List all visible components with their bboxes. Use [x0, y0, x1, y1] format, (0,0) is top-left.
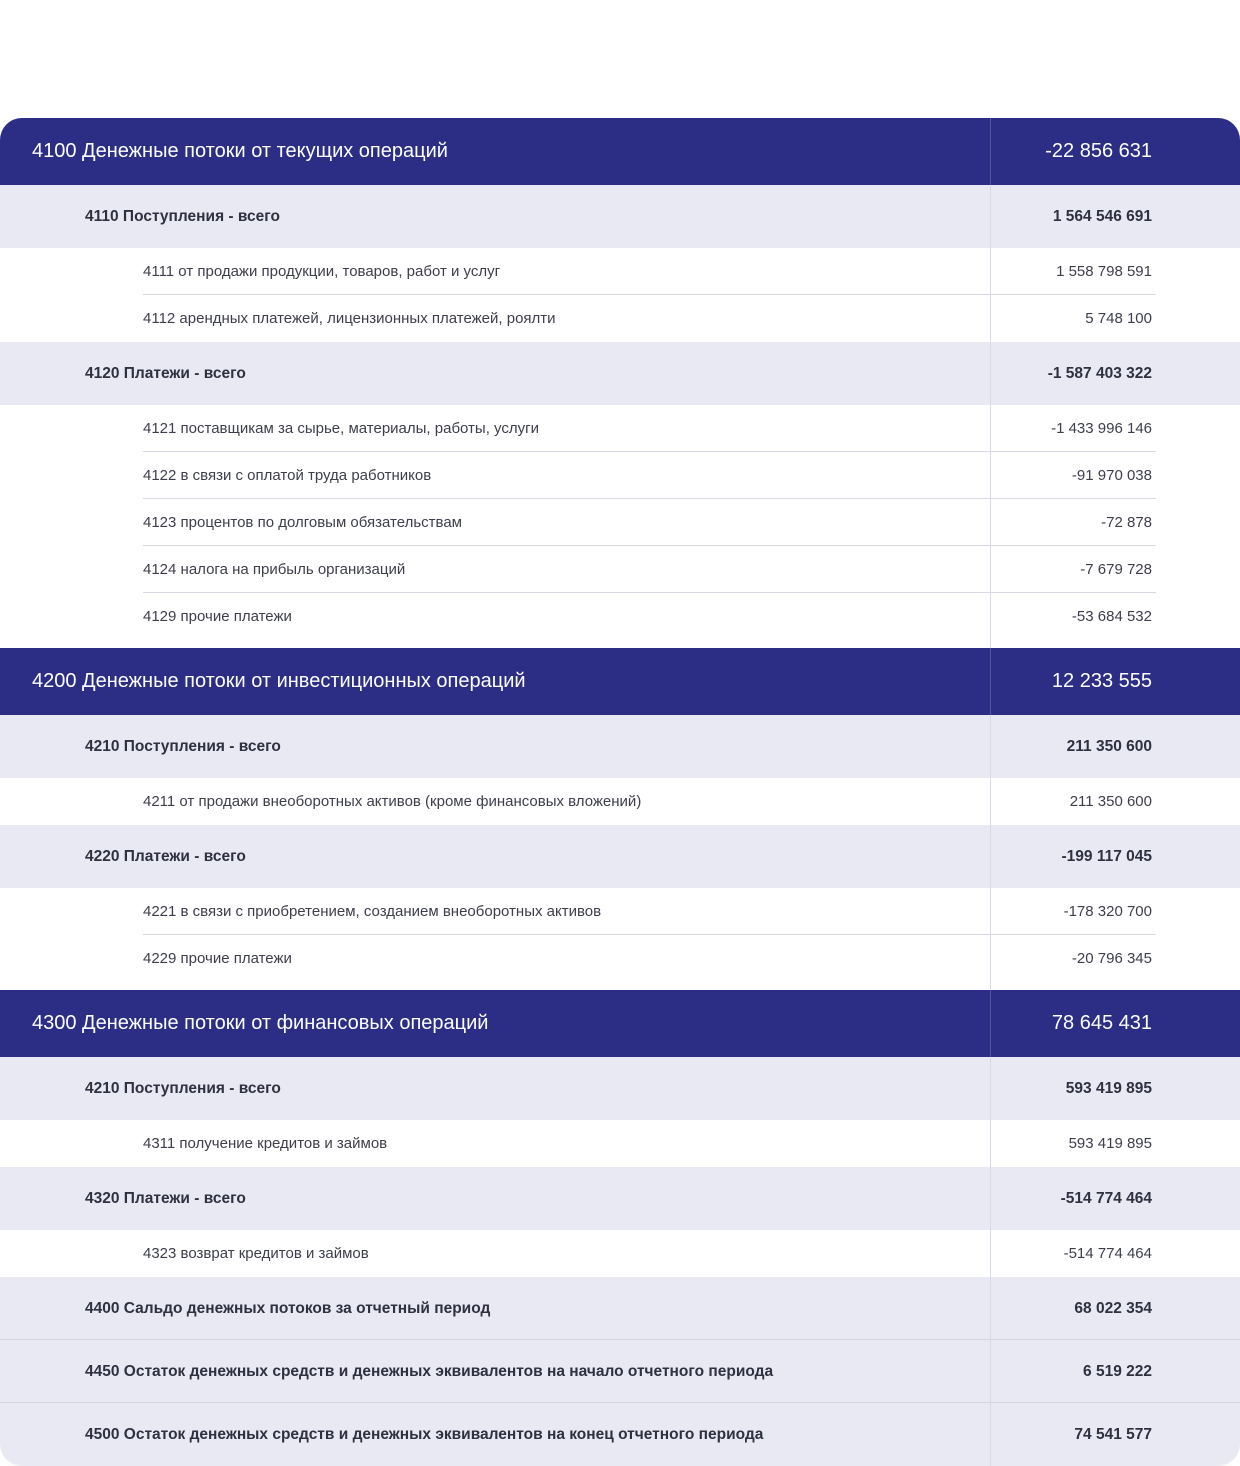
total-row-opening-cash: 4450 Остаток денежных средств и денежных… — [0, 1340, 1240, 1403]
row-value: 211 350 600 — [1069, 793, 1152, 810]
table-row: 4121 поставщикам за сырье, материалы, ра… — [0, 405, 1240, 452]
section-row-operating: 4100 Денежные потоки от текущих операций… — [0, 118, 1240, 185]
row-label: 4211 от продажи внеоборотных активов (кр… — [143, 793, 642, 810]
table-row: 4323 возврат кредитов и займов -514 774 … — [0, 1230, 1240, 1277]
subtotal-row: 4320 Платежи - всего -514 774 464 — [0, 1167, 1240, 1230]
row-value: 593 419 895 — [1065, 1079, 1152, 1097]
row-label: 4112 арендных платежей, лицензионных пла… — [143, 310, 556, 327]
cash-flow-table: 4100 Денежные потоки от текущих операций… — [0, 118, 1240, 1466]
row-label: 4110 Поступления - всего — [85, 207, 280, 225]
row-value: -178 320 700 — [1063, 903, 1152, 920]
row-value: -1 587 403 322 — [1047, 364, 1152, 382]
row-label: 4120 Платежи - всего — [85, 364, 246, 382]
row-value: 1 564 546 691 — [1052, 207, 1152, 225]
row-value: 6 519 222 — [1083, 1362, 1152, 1380]
row-label: 4400 Сальдо денежных потоков за отчетный… — [85, 1299, 491, 1317]
row-value: 5 748 100 — [1085, 310, 1152, 327]
section-row-investing: 4200 Денежные потоки от инвестиционных о… — [0, 648, 1240, 715]
section-row-financing: 4300 Денежные потоки от финансовых опера… — [0, 990, 1240, 1057]
row-label: 4229 прочие платежи — [143, 950, 292, 967]
row-value: -22 856 631 — [1045, 140, 1152, 162]
row-value: 68 022 354 — [1074, 1299, 1152, 1317]
row-value: -514 774 464 — [1060, 1189, 1152, 1207]
row-value: -53 684 532 — [1071, 608, 1152, 625]
row-value: 78 645 431 — [1051, 1012, 1152, 1034]
row-value: 593 419 895 — [1068, 1135, 1152, 1152]
total-row-balance: 4400 Сальдо денежных потоков за отчетный… — [0, 1277, 1240, 1340]
row-label: 4221 в связи с приобретением, созданием … — [143, 903, 602, 920]
row-value: -72 878 — [1101, 514, 1152, 531]
row-label: 4450 Остаток денежных средств и денежных… — [85, 1362, 774, 1380]
row-value: 74 541 577 — [1074, 1426, 1152, 1443]
row-value: 12 233 555 — [1051, 670, 1152, 692]
row-label: 4200 Денежные потоки от инвестиционных о… — [32, 670, 526, 692]
row-label: 4111 от продажи продукции, товаров, рабо… — [143, 263, 501, 280]
table-row: 4229 прочие платежи -20 796 345 — [0, 935, 1240, 990]
row-label: 4129 прочие платежи — [143, 608, 292, 625]
table-row: 4111 от продажи продукции, товаров, рабо… — [0, 248, 1240, 295]
row-value: -7 679 728 — [1080, 561, 1152, 578]
row-label: 4320 Платежи - всего — [85, 1189, 246, 1207]
table-row: 4211 от продажи внеоборотных активов (кр… — [0, 778, 1240, 825]
table-row: 4124 налога на прибыль организаций -7 67… — [0, 546, 1240, 593]
row-value: 1 558 798 591 — [1056, 263, 1152, 280]
table-row: 4221 в связи с приобретением, созданием … — [0, 888, 1240, 935]
row-value: -20 796 345 — [1071, 950, 1152, 967]
table-row: 4112 арендных платежей, лицензионных пла… — [0, 295, 1240, 342]
row-value: -1 433 996 146 — [1051, 420, 1152, 437]
subtotal-row: 4220 Платежи - всего -199 117 045 — [0, 825, 1240, 888]
table-row: 4311 получение кредитов и займов 593 419… — [0, 1120, 1240, 1167]
row-label: 4220 Платежи - всего — [85, 847, 246, 865]
row-label: 4300 Денежные потоки от финансовых опера… — [32, 1012, 489, 1034]
row-value: -199 117 045 — [1061, 847, 1152, 865]
row-value: -514 774 464 — [1063, 1245, 1152, 1262]
subtotal-row: 4120 Платежи - всего -1 587 403 322 — [0, 342, 1240, 405]
row-label: 4122 в связи с оплатой труда работников — [143, 467, 432, 484]
row-label: 4500 Остаток денежных средств и денежных… — [85, 1426, 764, 1443]
subtotal-row: 4210 Поступления - всего 211 350 600 — [0, 715, 1240, 778]
row-label: 4311 получение кредитов и займов — [143, 1135, 388, 1152]
row-label: 4124 налога на прибыль организаций — [143, 561, 406, 578]
row-label: 4100 Денежные потоки от текущих операций — [32, 140, 448, 162]
total-row-closing-cash: 4500 Остаток денежных средств и денежных… — [0, 1403, 1240, 1466]
row-label: 4210 Поступления - всего — [85, 1079, 281, 1097]
row-value: -91 970 038 — [1071, 467, 1152, 484]
row-label: 4210 Поступления - всего — [85, 737, 281, 755]
subtotal-row: 4210 Поступления - всего 593 419 895 — [0, 1057, 1240, 1120]
subtotal-row: 4110 Поступления - всего 1 564 546 691 — [0, 185, 1240, 248]
row-value: 211 350 600 — [1066, 737, 1152, 755]
row-label: 4121 поставщикам за сырье, материалы, ра… — [143, 420, 539, 437]
table-row: 4129 прочие платежи -53 684 532 — [0, 593, 1240, 648]
table-row: 4123 процентов по долговым обязательства… — [0, 499, 1240, 546]
row-label: 4323 возврат кредитов и займов — [143, 1245, 369, 1262]
table-row: 4122 в связи с оплатой труда работников … — [0, 452, 1240, 499]
row-label: 4123 процентов по долговым обязательства… — [143, 514, 462, 531]
